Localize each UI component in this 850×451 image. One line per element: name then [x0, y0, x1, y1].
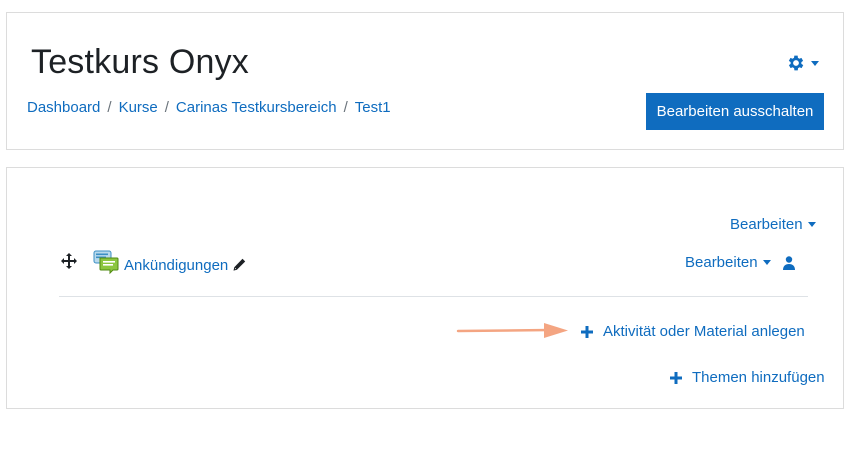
- page-title: Testkurs Onyx: [31, 43, 249, 81]
- add-topics-link[interactable]: Themen hinzufügen: [670, 369, 825, 386]
- section-edit-menu[interactable]: Bearbeiten: [730, 216, 816, 233]
- add-topics-label: Themen hinzufügen: [692, 369, 825, 386]
- breadcrumb-separator: /: [164, 99, 169, 116]
- breadcrumb-separator: /: [343, 99, 348, 116]
- course-header: Testkurs Onyx Dashboard / Kurse / Carina…: [6, 12, 844, 150]
- plus-icon: [581, 325, 593, 338]
- edit-mode-toggle-button[interactable]: Bearbeiten ausschalten: [646, 93, 824, 130]
- chevron-down-icon: [762, 260, 771, 265]
- course-section: Bearbeiten Ankündigungen Bearbeiten Akti…: [6, 167, 844, 409]
- gear-icon: [788, 55, 804, 71]
- breadcrumb: Dashboard / Kurse / Carinas Testkursbere…: [27, 99, 391, 116]
- activity-edit-menu[interactable]: Bearbeiten: [685, 254, 795, 271]
- divider: [59, 296, 808, 297]
- user-icon[interactable]: [782, 255, 795, 270]
- pencil-icon[interactable]: [232, 258, 246, 272]
- breadcrumb-courses[interactable]: Kurse: [119, 99, 158, 116]
- breadcrumb-course-category[interactable]: Carinas Testkursbereich: [176, 99, 337, 116]
- annotation-arrow-icon: [456, 323, 568, 338]
- activity-edit-label: Bearbeiten: [685, 254, 758, 271]
- breadcrumb-current[interactable]: Test1: [355, 99, 391, 116]
- activity-link-announcements[interactable]: Ankündigungen: [124, 257, 228, 274]
- breadcrumb-dashboard[interactable]: Dashboard: [27, 99, 100, 116]
- breadcrumb-separator: /: [107, 99, 112, 116]
- section-edit-label: Bearbeiten: [730, 216, 803, 233]
- add-activity-label: Aktivität oder Material anlegen: [603, 323, 805, 340]
- course-settings-menu[interactable]: [786, 53, 819, 73]
- move-icon[interactable]: [61, 253, 77, 269]
- add-activity-link[interactable]: Aktivität oder Material anlegen: [581, 323, 805, 340]
- chevron-down-icon: [807, 222, 816, 227]
- chevron-down-icon: [811, 60, 819, 66]
- forum-icon: [93, 250, 119, 275]
- plus-icon: [670, 371, 682, 384]
